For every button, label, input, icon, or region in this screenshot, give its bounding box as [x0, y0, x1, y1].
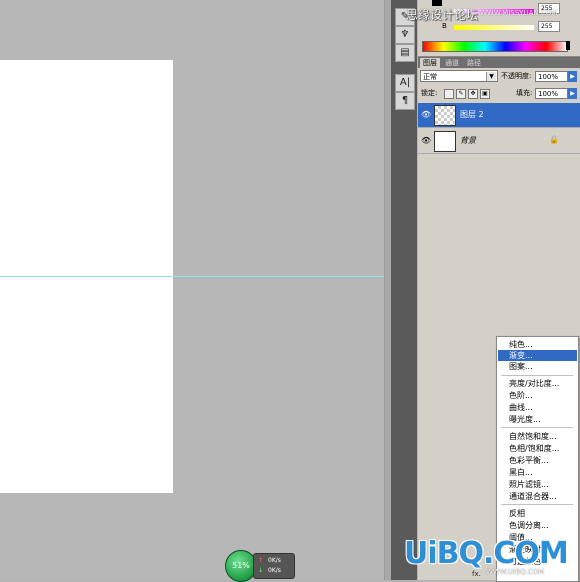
- menu-item-photo-filter[interactable]: 照片滤镜...: [498, 479, 577, 490]
- lock-move-icon[interactable]: ✥: [468, 89, 478, 99]
- chevron-down-icon: ▼: [486, 72, 496, 81]
- lock-row: 锁定: ✎ ✥ ▣ 填充: 100% ▶: [418, 87, 580, 100]
- upload-speed: 0K/s: [268, 557, 281, 564]
- network-meter: 51% ↑ 0K/s ↓ 0K/s: [225, 548, 295, 582]
- lock-icon: 🔒: [549, 135, 559, 144]
- panel-tabs: 图层 通道 路径: [418, 57, 580, 68]
- fill-field[interactable]: 100%: [535, 88, 568, 99]
- menu-separator: [501, 375, 573, 376]
- menu-item-levels[interactable]: 色阶...: [498, 390, 577, 401]
- upload-arrow-icon: ↑: [258, 557, 264, 564]
- layer-row-layer2[interactable]: 👁 图层 2: [418, 103, 580, 128]
- layer-row-background[interactable]: 👁 背景 🔒: [418, 129, 580, 154]
- blend-row: 正常 ▼ 不透明度: 100% ▶: [418, 70, 580, 84]
- opacity-arrow-icon[interactable]: ▶: [568, 71, 577, 82]
- opacity-field[interactable]: 100%: [535, 71, 568, 82]
- menu-item-posterize[interactable]: 色调分离...: [498, 520, 577, 531]
- tool-presets-icon[interactable]: ▤: [395, 44, 415, 62]
- channel-b-ramp[interactable]: [454, 25, 534, 30]
- download-speed: 0K/s: [268, 567, 281, 574]
- tab-layers[interactable]: 图层: [420, 58, 440, 68]
- menu-item-gradient[interactable]: 渐变...: [498, 350, 577, 361]
- vertical-scrollbar[interactable]: [384, 0, 391, 580]
- visibility-eye-icon[interactable]: 👁: [421, 110, 431, 119]
- paragraph-icon[interactable]: ¶: [395, 92, 415, 110]
- watermark-site-name: 思缘设计论坛: [406, 8, 479, 22]
- fill-arrow-icon[interactable]: ▶: [568, 88, 577, 99]
- layer-name: 背景: [460, 136, 476, 145]
- channel-b-value[interactable]: 255: [538, 21, 560, 32]
- menu-item-hue-saturation[interactable]: 色相/饱和度...: [498, 443, 577, 454]
- canvas-workspace[interactable]: [0, 0, 390, 580]
- color-panel: 255 B 255 思缘设计论坛 WWW.MISSYUAN.COM: [406, 0, 580, 57]
- layer-thumbnail: [434, 131, 456, 152]
- menu-item-vibrance[interactable]: 自然饱和度...: [498, 431, 577, 442]
- download-arrow-icon: ↓: [258, 567, 264, 574]
- menu-item-color-balance[interactable]: 色彩平衡...: [498, 455, 577, 466]
- panel-dock-strip: ✎ ♆ ▤ A| ¶: [391, 0, 417, 580]
- blend-mode-value: 正常: [423, 73, 437, 81]
- tab-channels[interactable]: 通道: [442, 58, 462, 68]
- menu-item-curves[interactable]: 曲线...: [498, 402, 577, 413]
- character-icon[interactable]: A|: [395, 74, 415, 92]
- menu-item-channel-mixer[interactable]: 通道混合器...: [498, 491, 577, 502]
- layer-name: 图层 2: [460, 110, 484, 119]
- watermark-logo-url: WWW.UIBQ.COM: [486, 568, 545, 576]
- lock-transparency-icon[interactable]: [444, 89, 454, 99]
- menu-separator: [501, 504, 573, 505]
- menu-separator: [501, 427, 573, 428]
- menu-item-invert[interactable]: 反相: [498, 508, 577, 519]
- horizontal-guide[interactable]: [0, 276, 384, 277]
- menu-item-exposure[interactable]: 曝光度...: [498, 414, 577, 425]
- fx-icon[interactable]: fx.: [472, 570, 481, 578]
- blend-mode-select[interactable]: 正常 ▼: [420, 70, 498, 82]
- menu-item-pattern[interactable]: 图案...: [498, 361, 577, 372]
- watermark-logo: UiBQ.COM: [404, 536, 569, 571]
- menu-item-black-white[interactable]: 黑白...: [498, 467, 577, 478]
- layer-thumbnail: [434, 105, 456, 126]
- tab-paths[interactable]: 路径: [464, 58, 484, 68]
- network-speed-box: ↑ 0K/s ↓ 0K/s: [253, 553, 295, 579]
- visibility-eye-icon[interactable]: 👁: [421, 136, 431, 145]
- black-white-swatch[interactable]: [566, 41, 570, 50]
- clone-source-icon[interactable]: ♆: [395, 26, 415, 44]
- fill-label: 填充:: [516, 89, 533, 97]
- lock-paint-icon[interactable]: ✎: [456, 89, 466, 99]
- color-spectrum[interactable]: [422, 41, 568, 52]
- menu-item-brightness-contrast[interactable]: 亮度/对比度...: [498, 378, 577, 389]
- lock-label: 锁定:: [421, 89, 438, 97]
- watermark-url: WWW.MISSYUAN.COM: [480, 9, 558, 17]
- lock-all-icon[interactable]: ▣: [480, 89, 490, 99]
- opacity-label: 不透明度:: [501, 72, 532, 80]
- menu-item-solid-color[interactable]: 纯色...: [498, 339, 577, 350]
